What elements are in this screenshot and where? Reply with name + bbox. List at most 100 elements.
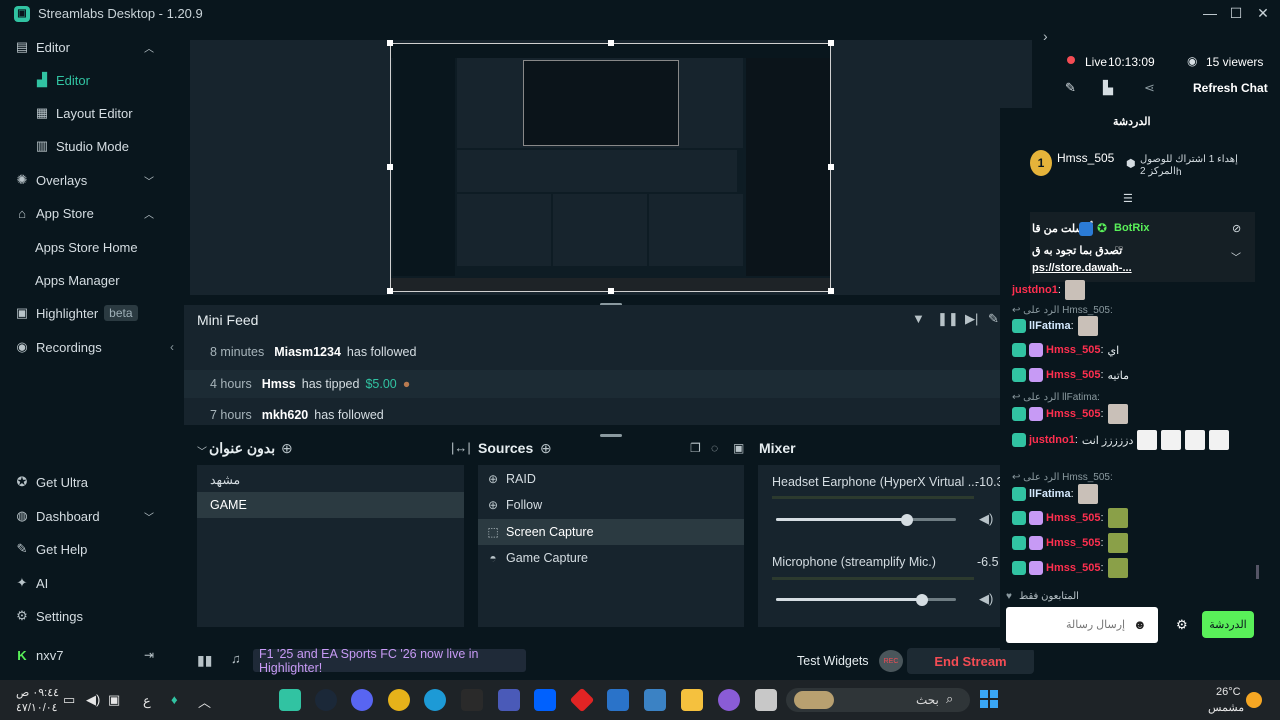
hide-icon[interactable]: ⊘ bbox=[1232, 222, 1241, 235]
folder-icon[interactable]: ▣ bbox=[733, 441, 744, 455]
chevron-down-icon[interactable]: ﹀ bbox=[1231, 249, 1241, 264]
highlighter-promo[interactable]: F1 '25 and EA Sports FC '26 now live in … bbox=[253, 647, 526, 675]
resize-handle[interactable] bbox=[387, 40, 393, 46]
source-item[interactable]: ◓ Game Capture bbox=[478, 545, 744, 571]
maximize-icon[interactable]: ☐ bbox=[1226, 4, 1246, 22]
screen-capture-preview[interactable] bbox=[390, 43, 831, 292]
resize-handle[interactable] bbox=[828, 40, 834, 46]
dropbox-icon[interactable] bbox=[534, 689, 556, 711]
resize-grip[interactable] bbox=[600, 434, 622, 437]
pause-icon[interactable]: ❚❚ bbox=[937, 311, 959, 327]
sidebar-item-ai[interactable]: ✦ AI bbox=[0, 568, 168, 598]
speaker-icon[interactable]: ◀) bbox=[979, 591, 993, 607]
sidebar-item-highlighter[interactable]: ▣ Highlighter beta bbox=[0, 298, 168, 328]
resize-handle[interactable] bbox=[387, 164, 393, 170]
ultra-icon: ✪ bbox=[16, 474, 28, 489]
sidebar-item-account[interactable]: K nxv7 ⇥ bbox=[0, 640, 168, 670]
speaker-icon[interactable]: ◀) bbox=[979, 511, 993, 527]
end-stream-button[interactable]: End Stream bbox=[907, 648, 1034, 674]
resize-handle[interactable] bbox=[828, 164, 834, 170]
steam-icon[interactable] bbox=[315, 689, 337, 711]
windows-start-icon[interactable] bbox=[980, 690, 998, 708]
sidebar-item-app-store[interactable]: ⌂ App Store ︿ bbox=[0, 198, 168, 228]
sidebar-item-studio-mode[interactable]: ▥ Studio Mode bbox=[0, 131, 168, 161]
close-icon[interactable]: ✕ bbox=[1253, 4, 1273, 22]
add-source-icon[interactable]: ⊕ bbox=[540, 440, 552, 457]
source-item[interactable]: ⊕ RAID bbox=[478, 466, 744, 492]
app-icon[interactable] bbox=[755, 689, 777, 711]
mail-icon[interactable] bbox=[607, 689, 629, 711]
chrome-icon[interactable] bbox=[388, 689, 410, 711]
filter-icon[interactable]: ▼ bbox=[912, 311, 925, 326]
edge-icon[interactable] bbox=[424, 689, 446, 711]
store-icon[interactable] bbox=[644, 689, 666, 711]
highlight-link[interactable]: ps://store.dawah-... bbox=[1032, 262, 1132, 274]
battery-icon[interactable]: ▭ bbox=[63, 692, 75, 708]
stats-icon[interactable]: ▮▮ bbox=[197, 652, 212, 669]
streamlabs-taskbar-icon[interactable] bbox=[279, 689, 301, 711]
title-bar: ▣ Streamlabs Desktop - 1.20.9 — ☐ ✕ bbox=[0, 0, 1280, 27]
sidebar-item-apps-store-home[interactable]: Apps Store Home bbox=[0, 232, 168, 262]
notifications-icon[interactable]: ♫ bbox=[231, 651, 241, 666]
minimize-icon[interactable]: — bbox=[1200, 4, 1220, 22]
chevron-down-icon[interactable]: ﹀ bbox=[197, 443, 207, 458]
taskbar-search[interactable]: بحث ⌕ bbox=[786, 688, 970, 712]
edit-icon[interactable]: ✎ bbox=[1065, 80, 1076, 96]
sidebar-item-get-ultra[interactable]: ✪ Get Ultra bbox=[0, 467, 168, 497]
sidebar-item-apps-manager[interactable]: Apps Manager bbox=[0, 265, 168, 295]
volume-slider-knob[interactable] bbox=[916, 594, 928, 606]
dashboard-icon[interactable]: ▙ bbox=[1103, 80, 1113, 96]
volume-slider-knob[interactable] bbox=[901, 514, 913, 526]
expand-icon[interactable]: › bbox=[1043, 28, 1048, 44]
sidebar-item-label: Dashboard bbox=[36, 508, 100, 524]
copilot-icon[interactable] bbox=[718, 689, 740, 711]
sidebar-item-recordings[interactable]: ◉ Recordings bbox=[0, 332, 168, 362]
sidebar-item-layout-editor[interactable]: ▦ Layout Editor bbox=[0, 98, 168, 128]
chat-input-placeholder: إرسال رسالة bbox=[1066, 619, 1126, 631]
sidebar-item-overlays[interactable]: ✺ Overlays ﹀ bbox=[0, 165, 168, 195]
sidebar-item-dashboard[interactable]: ◍ Dashboard ﹀ bbox=[0, 501, 168, 531]
mute-alerts-icon[interactable]: ✎ bbox=[988, 311, 999, 327]
audio-icon[interactable]: ◌ bbox=[711, 441, 718, 455]
chat-scrollbar[interactable] bbox=[1256, 565, 1259, 579]
language-indicator[interactable]: ع bbox=[143, 693, 151, 709]
test-widgets-button[interactable]: Test Widgets bbox=[797, 654, 869, 668]
epic-games-icon[interactable] bbox=[461, 689, 483, 711]
chevron-up-icon[interactable]: ︿ bbox=[198, 692, 211, 711]
badge-icon bbox=[1012, 433, 1026, 447]
folder-icon[interactable] bbox=[681, 689, 703, 711]
resize-handle[interactable] bbox=[608, 40, 614, 46]
sidebar-item-settings[interactable]: ⚙ Settings bbox=[0, 601, 168, 631]
share-icon[interactable]: ⋖ bbox=[1144, 80, 1155, 96]
source-label: Screen Capture bbox=[506, 525, 594, 539]
source-item[interactable]: ⊕ Follow bbox=[478, 492, 744, 518]
display-icon[interactable]: ▣ bbox=[108, 692, 120, 708]
sidebar-item-get-help[interactable]: ✎ Get Help bbox=[0, 534, 168, 564]
add-scene-icon[interactable]: ⊕ bbox=[281, 440, 293, 457]
app-icon[interactable] bbox=[498, 689, 520, 711]
skip-icon[interactable]: ▶| bbox=[965, 311, 978, 327]
gear-icon[interactable]: ⚙ bbox=[1176, 617, 1188, 633]
refresh-chat-button[interactable]: Refresh Chat bbox=[1193, 81, 1268, 95]
transition-icon[interactable]: |↔| bbox=[451, 440, 471, 455]
sun-icon[interactable] bbox=[1246, 692, 1262, 708]
sidebar-item-editor[interactable]: ▟ Editor bbox=[0, 65, 168, 95]
scene-item[interactable]: مشهد bbox=[197, 466, 464, 492]
chat-text: دززززز انت bbox=[1081, 434, 1134, 447]
copy-icon[interactable]: ❐ bbox=[690, 441, 701, 455]
sidebar-item-editor-group[interactable]: ▤ Editor ︿ bbox=[0, 32, 168, 62]
scene-item[interactable]: GAME bbox=[197, 492, 464, 518]
emoji-icon[interactable]: ☻ bbox=[1133, 617, 1147, 632]
source-item[interactable]: ⬚ Screen Capture bbox=[478, 519, 744, 545]
resize-handle[interactable] bbox=[387, 288, 393, 294]
volume-icon[interactable]: ◀) bbox=[86, 692, 100, 708]
chat-send-button[interactable]: الدردشة bbox=[1202, 611, 1254, 638]
resize-handle[interactable] bbox=[828, 288, 834, 294]
menu-icon[interactable]: ☰ bbox=[1123, 192, 1133, 205]
discord-icon[interactable] bbox=[351, 689, 373, 711]
resize-handle[interactable] bbox=[608, 288, 614, 294]
record-button[interactable]: REC bbox=[879, 650, 903, 672]
chat-input[interactable]: إرسال رسالة ☻ bbox=[1006, 607, 1158, 643]
collapse-sidebar-icon[interactable]: ‹ bbox=[170, 340, 182, 366]
microphone-icon[interactable]: ♦ bbox=[171, 692, 178, 707]
